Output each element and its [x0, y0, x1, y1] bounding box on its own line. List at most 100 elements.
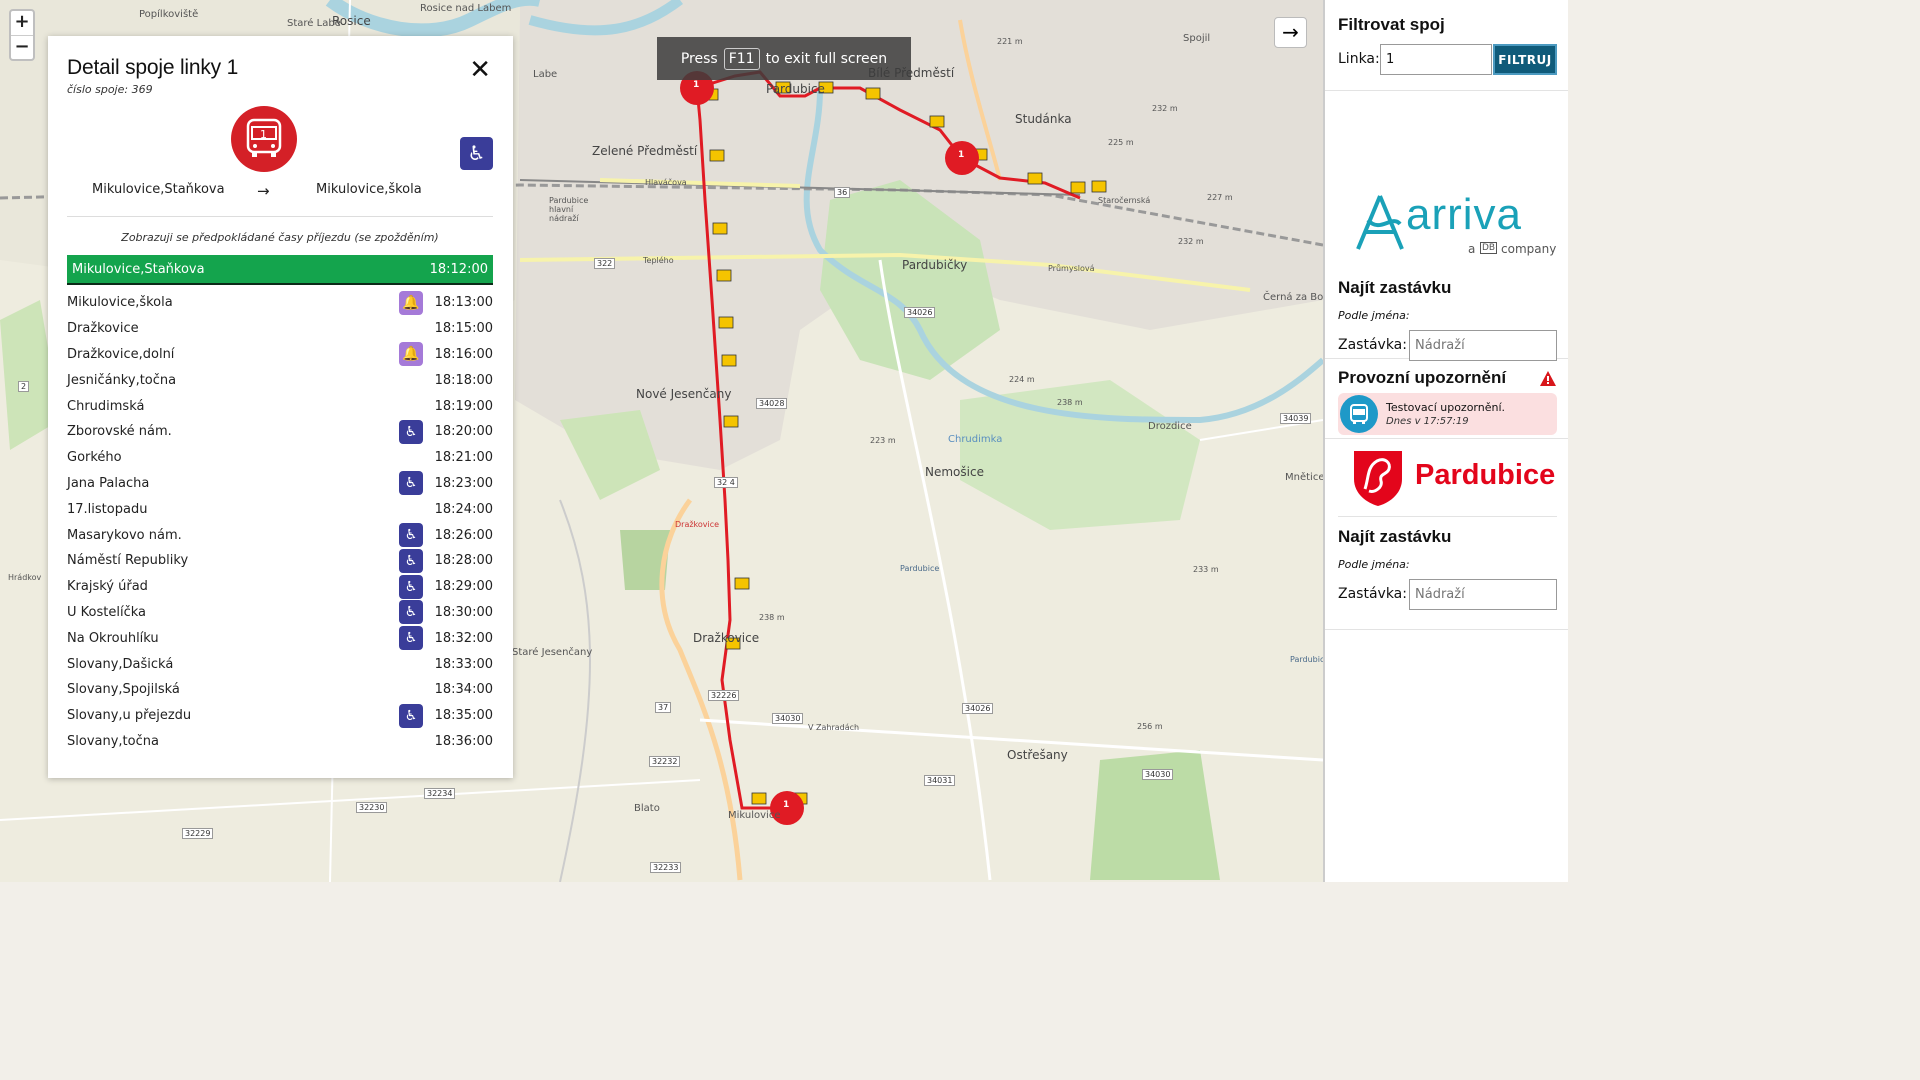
wheelchair-icon: ♿ [399, 574, 423, 599]
elevation-label: 238 m [759, 613, 785, 622]
stop-row[interactable]: Slovany,u přejezdu ♿ 18:35:00 [67, 703, 493, 729]
elevation-label: 232 m [1152, 104, 1178, 113]
bus-icon: 1 [231, 106, 297, 172]
stop-name: 17.listopadu [67, 501, 148, 517]
stop-row[interactable]: Dražkovice 18:15:00 [67, 316, 493, 342]
map-label: Nemošice [925, 465, 984, 479]
stop-search-input[interactable] [1409, 579, 1557, 610]
pardubice-crest-icon [1354, 451, 1402, 506]
stop-search-input[interactable] [1409, 330, 1557, 361]
road-number: 32234 [424, 788, 456, 799]
zoom-control: + − [9, 9, 35, 61]
stop-name: Slovany,Spojilská [67, 682, 180, 698]
arriva-tag-a: a [1468, 242, 1476, 256]
stop-time: 18:23:00 [434, 475, 493, 491]
bus-alert-icon [1340, 395, 1378, 433]
stop-row[interactable]: U Kostelíčka ♿ 18:30:00 [67, 600, 493, 626]
map-label: Popílkoviště [139, 9, 199, 20]
stop-time: 18:19:00 [434, 398, 493, 414]
panel-title: Detail spoje linky 1 [67, 56, 239, 79]
route-from: Mikulovice,Staňkova [92, 182, 225, 197]
bus-line-number: 1 [260, 128, 267, 141]
delay-note: Zobrazuji se předpokládané časy příjezdu… [121, 231, 439, 244]
stop-name: Slovany,Dašická [67, 656, 174, 672]
alert-item[interactable]: Testovací upozornění. Dnes v 17:57:19 [1338, 393, 1557, 435]
stop-time: 18:36:00 [434, 733, 493, 749]
stop-name: Dražkovice,dolní [67, 346, 175, 362]
stop-name: Na Okrouhlíku [67, 630, 159, 646]
alerts-section: Provozní upozornění Testovací upozornění… [1325, 359, 1568, 439]
stop-row[interactable]: Náměstí Republiky ♿ 18:28:00 [67, 548, 493, 574]
stop-row[interactable]: Slovany,Spojilská 18:34:00 [67, 677, 493, 703]
by-name-label: Podle jména: [1338, 309, 1410, 322]
stop-name: Jana Palacha [67, 475, 150, 491]
wheelchair-icon: ♿ [399, 471, 423, 496]
road-number: 32233 [650, 862, 682, 873]
stop-name: Chrudimská [67, 398, 145, 414]
bus-marker[interactable]: 1 [783, 800, 789, 810]
stop-row[interactable]: Slovany,točna 18:36:00 [67, 729, 493, 755]
elevation-label: 238 m [1057, 398, 1083, 407]
stop-name: Slovany,točna [67, 733, 159, 749]
stop-row[interactable]: Gorkého 18:21:00 [67, 445, 493, 471]
db-logo: DB [1480, 242, 1498, 254]
wheelchair-icon: ♿ [460, 137, 493, 170]
toggle-sidebar-button[interactable]: → [1274, 17, 1307, 48]
stop-row[interactable]: Mikulovice,škola 🔔 18:13:00 [67, 290, 493, 316]
bus-marker[interactable]: 1 [693, 80, 699, 90]
bell-icon: 🔔 [399, 342, 423, 367]
empty-icon-slot [399, 394, 423, 418]
stop-row[interactable]: Chrudimská 18:19:00 [67, 393, 493, 419]
empty-icon-slot [399, 678, 423, 702]
map-label: Spojil [1183, 33, 1211, 44]
map-label: Pardubičky [902, 258, 968, 272]
elevation-label: 256 m [1137, 722, 1163, 731]
road-number: 32226 [708, 690, 740, 701]
route-to: Mikulovice,škola [316, 182, 422, 197]
fullscreen-notice: Press F11 to exit full screen [657, 37, 911, 80]
close-icon[interactable]: ✕ [469, 57, 491, 83]
road-number: 34028 [756, 398, 788, 409]
pardubice-logo: Pardubice [1351, 449, 1561, 509]
map-label: Pardubice [1290, 655, 1323, 664]
stop-row[interactable]: Masarykovo nám. ♿ 18:26:00 [67, 522, 493, 548]
find-stop-title: Najít zastávku [1338, 278, 1452, 297]
map-label: Hrádkov [8, 573, 42, 582]
stop-row[interactable]: Jana Palacha ♿ 18:23:00 [67, 471, 493, 497]
trip-number: číslo spoje: 369 [67, 83, 153, 96]
road-number: 34030 [772, 713, 804, 724]
map-label: Zelené Předměstí [592, 144, 698, 158]
map-label: Pardubice hlavní nádraží [549, 196, 589, 223]
stop-time: 18:35:00 [434, 708, 493, 724]
stop-row[interactable]: Jesničánky,točna 18:18:00 [67, 367, 493, 393]
wheelchair-icon: ♿ [399, 703, 423, 728]
elevation-label: 223 m [870, 436, 896, 445]
stop-row[interactable]: Zborovské nám. ♿ 18:20:00 [67, 419, 493, 445]
stop-time: 18:15:00 [434, 321, 493, 337]
map-label: Mnětice [1285, 472, 1323, 483]
map-label: Labe [533, 69, 558, 80]
road-number: 34031 [924, 775, 956, 786]
stop-row[interactable]: Krajský úřad ♿ 18:29:00 [67, 574, 493, 600]
zoom-out-button[interactable]: − [11, 35, 33, 59]
by-name-label: Podle jména: [1338, 558, 1410, 571]
stop-row[interactable]: 17.listopadu 18:24:00 [67, 496, 493, 522]
bus-marker[interactable]: 1 [958, 150, 964, 160]
stop-name: U Kostelíčka [67, 604, 146, 620]
stop-label: Zastávka: [1338, 586, 1407, 602]
road-number: 36 [834, 187, 851, 198]
stop-row[interactable]: Na Okrouhlíku ♿ 18:32:00 [67, 625, 493, 651]
road-number: 37 [655, 702, 672, 713]
stop-time: 18:16:00 [434, 346, 493, 362]
filter-title: Filtrovat spoj [1338, 15, 1445, 34]
map-label: Pardubice [766, 82, 825, 96]
line-input[interactable] [1380, 44, 1492, 75]
road-number: 34026 [962, 703, 994, 714]
filter-button[interactable]: FILTRUJ [1493, 44, 1557, 75]
current-stop-row[interactable]: Mikulovice,Staňkova 18:12:00 [67, 255, 493, 285]
fullscreen-key: F11 [723, 47, 760, 70]
stop-row[interactable]: Dražkovice,dolní 🔔 18:16:00 [67, 342, 493, 368]
stop-time: 18:34:00 [434, 682, 493, 698]
zoom-in-button[interactable]: + [11, 11, 33, 35]
stop-row[interactable]: Slovany,Dašická 18:33:00 [67, 651, 493, 677]
